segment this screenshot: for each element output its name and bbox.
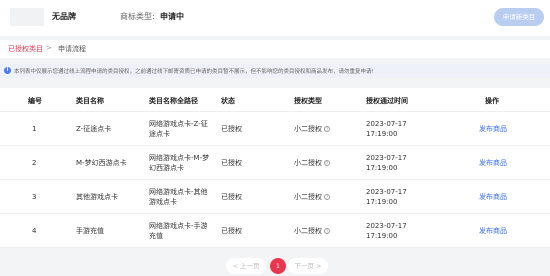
row-status: 已授权 bbox=[221, 159, 242, 167]
breadcrumb: 已授权类目 > 申请流程 bbox=[0, 40, 550, 58]
category-table: 编号 类目名称 类目名称全路径 状态 授权类型 授权通过时间 操作 1 Z-征途… bbox=[0, 88, 550, 248]
row-category-path: 网络游戏点卡-Z-征途点卡 bbox=[149, 120, 208, 138]
publish-product-link[interactable]: 发布商品 bbox=[479, 124, 507, 134]
publish-product-link[interactable]: 发布商品 bbox=[479, 226, 507, 236]
publish-product-link[interactable]: 发布商品 bbox=[479, 158, 507, 168]
row-index: 3 bbox=[32, 193, 37, 201]
tab-apply-process[interactable]: 申请流程 bbox=[58, 44, 86, 54]
table-header: 编号 类目名称 类目名称全路径 状态 授权类型 授权通过时间 操作 bbox=[0, 88, 550, 112]
row-category-name: 手游充值 bbox=[76, 227, 104, 235]
row-index: 1 bbox=[32, 125, 37, 133]
row-index: 4 bbox=[32, 227, 37, 235]
row-auth-type: 小二授权? bbox=[294, 192, 330, 202]
auth-type-label: 小二授权 bbox=[294, 125, 322, 133]
page-header: 无品牌 商标类型: 申请中 申请新类目 bbox=[0, 0, 550, 36]
column-header-status: 状态 bbox=[221, 97, 235, 105]
notice-banner: i 本列表中仅展示您通过线上流程申请的类目授权，之前通过线下邮寄资质已申请的类目… bbox=[0, 64, 550, 78]
column-header-time: 授权通过时间 bbox=[366, 97, 408, 105]
table-row: 3 其他游戏点卡 网络游戏点卡-其他游戏点卡 已授权 小二授权? 2023-07… bbox=[0, 180, 550, 214]
tab-authorized-categories[interactable]: 已授权类目 bbox=[8, 44, 43, 54]
column-header-action: 操作 bbox=[485, 97, 499, 105]
column-header-path: 类目名称全路径 bbox=[149, 97, 198, 105]
column-header-auth-type: 授权类型 bbox=[294, 97, 322, 105]
next-page-button[interactable]: 下一页 > bbox=[288, 258, 328, 274]
row-auth-time: 2023-07-17 17:19:00 bbox=[366, 154, 407, 172]
row-status: 已授权 bbox=[221, 125, 242, 133]
row-status: 已授权 bbox=[221, 193, 242, 201]
table-row: 1 Z-征途点卡 网络游戏点卡-Z-征途点卡 已授权 小二授权? 2023-07… bbox=[0, 112, 550, 146]
row-auth-type: 小二授权? bbox=[294, 158, 330, 168]
row-index: 2 bbox=[32, 159, 37, 167]
auth-type-label: 小二授权 bbox=[294, 159, 322, 167]
prev-page-button[interactable]: < 上一页 bbox=[226, 258, 266, 274]
info-icon: i bbox=[4, 67, 11, 74]
row-status: 已授权 bbox=[221, 227, 242, 235]
help-icon[interactable]: ? bbox=[324, 194, 330, 200]
brand-logo bbox=[10, 8, 44, 26]
row-auth-time: 2023-07-17 17:19:00 bbox=[366, 188, 407, 206]
row-category-path: 网络游戏点卡-M-梦幻西游点卡 bbox=[149, 154, 210, 172]
row-auth-type: 小二授权? bbox=[294, 226, 330, 236]
column-header-name: 类目名称 bbox=[76, 97, 104, 105]
publish-product-link[interactable]: 发布商品 bbox=[479, 192, 507, 202]
row-auth-type: 小二授权? bbox=[294, 124, 330, 134]
column-header-index: 编号 bbox=[28, 97, 42, 105]
row-auth-time: 2023-07-17 17:19:00 bbox=[366, 222, 407, 240]
auth-type-label: 小二授权 bbox=[294, 227, 322, 235]
brand-type-label: 商标类型: bbox=[120, 12, 155, 21]
help-icon[interactable]: ? bbox=[324, 228, 330, 234]
auth-type-label: 小二授权 bbox=[294, 193, 322, 201]
pagination: < 上一页 1 下一页 > bbox=[0, 256, 550, 276]
brand-type-value: 申请中 bbox=[160, 12, 184, 21]
row-category-path: 网络游戏点卡-其他游戏点卡 bbox=[149, 188, 208, 206]
help-icon[interactable]: ? bbox=[324, 126, 330, 132]
row-category-path: 网络游戏点卡-手游充值 bbox=[149, 222, 208, 240]
brand-name: 无品牌 bbox=[52, 12, 76, 21]
row-auth-time: 2023-07-17 17:19:00 bbox=[366, 120, 407, 138]
row-category-name: Z-征途点卡 bbox=[76, 125, 112, 133]
row-category-name: M-梦幻西游点卡 bbox=[76, 159, 127, 167]
breadcrumb-separator: > bbox=[46, 44, 52, 52]
row-category-name: 其他游戏点卡 bbox=[76, 193, 118, 201]
table-row: 2 M-梦幻西游点卡 网络游戏点卡-M-梦幻西游点卡 已授权 小二授权? 202… bbox=[0, 146, 550, 180]
table-row: 4 手游充值 网络游戏点卡-手游充值 已授权 小二授权? 2023-07-17 … bbox=[0, 214, 550, 248]
notice-text: 本列表中仅展示您通过线上流程申请的类目授权，之前通过线下邮寄资质已申请的类目暂不… bbox=[14, 69, 374, 75]
current-page-button[interactable]: 1 bbox=[270, 258, 286, 274]
apply-new-category-button[interactable]: 申请新类目 bbox=[494, 8, 544, 26]
help-icon[interactable]: ? bbox=[324, 160, 330, 166]
